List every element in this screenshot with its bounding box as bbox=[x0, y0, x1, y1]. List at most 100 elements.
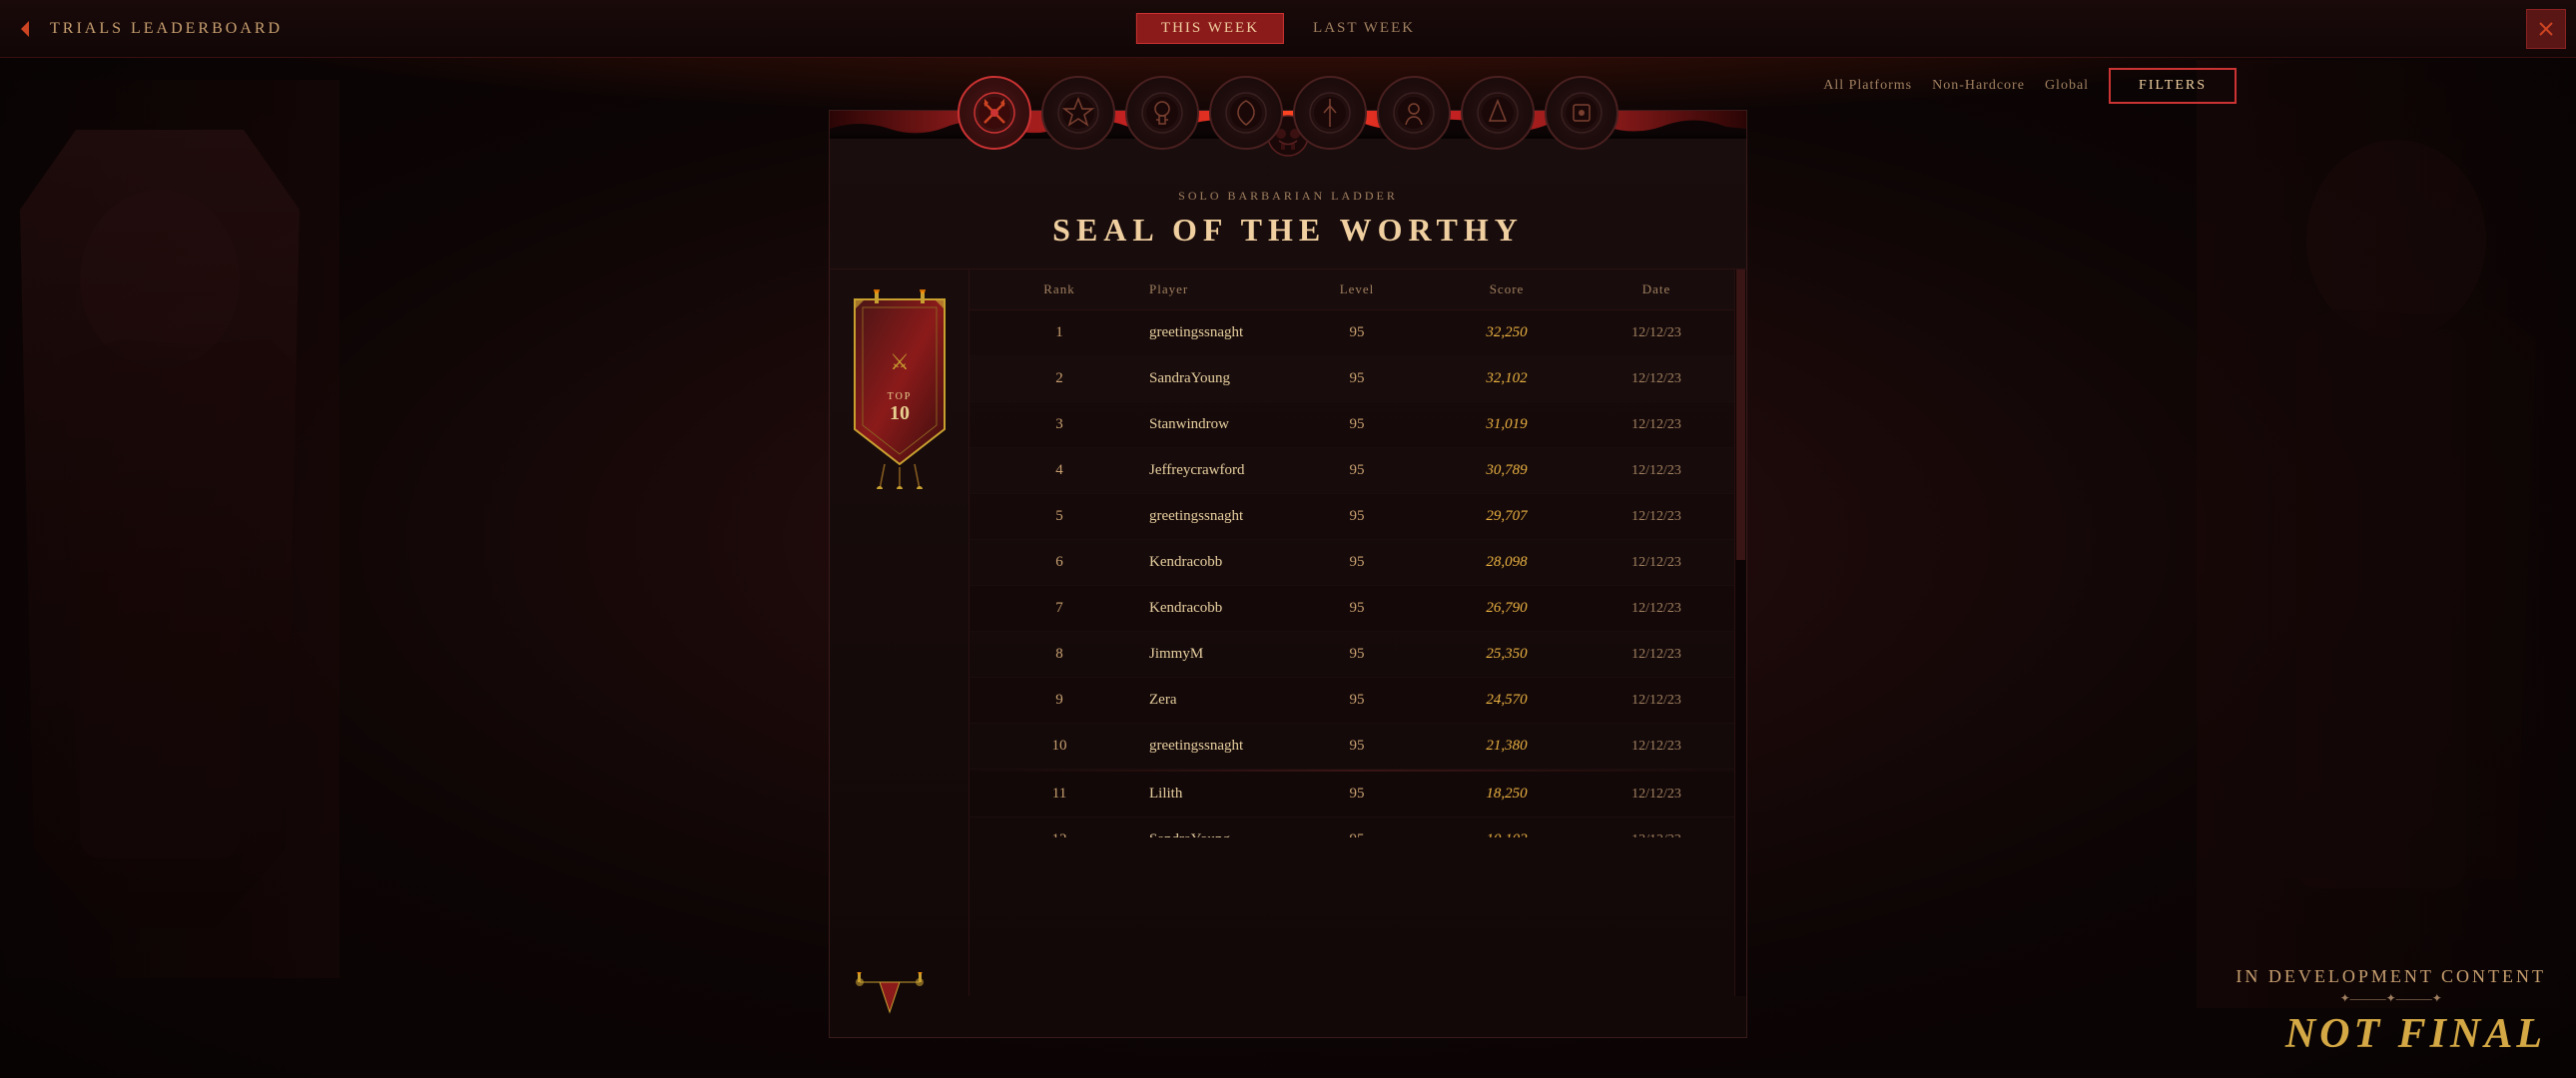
level-cell: 95 bbox=[1287, 370, 1427, 387]
rank-cell: 10 bbox=[989, 738, 1129, 755]
rank-cell: 8 bbox=[989, 646, 1129, 663]
date-cell: 12/12/23 bbox=[1587, 787, 1726, 803]
player-cell: Lilith bbox=[1129, 786, 1287, 803]
level-cell: 95 bbox=[1287, 831, 1427, 837]
date-cell: 12/12/23 bbox=[1587, 601, 1726, 617]
score-cell: 30,789 bbox=[1427, 462, 1587, 479]
scope-filter[interactable]: Global bbox=[2045, 78, 2089, 94]
panel-subtitle: SOLO BARBARIAN LADDER bbox=[850, 189, 1726, 204]
level-cell: 95 bbox=[1287, 416, 1427, 433]
score-cell: 10,102 bbox=[1427, 831, 1587, 837]
dev-deco: ✦———✦———✦ bbox=[2236, 991, 2546, 1006]
table-row[interactable]: 2 SandraYoung 95 32,102 12/12/23 bbox=[969, 356, 1746, 402]
rank-cell: 6 bbox=[989, 554, 1129, 571]
dev-watermark: IN DEVELOPMENT CONTENT ✦———✦———✦ NOT FIN… bbox=[2236, 966, 2546, 1058]
class-icon-druid[interactable] bbox=[1209, 76, 1283, 150]
lower-banner-deco bbox=[840, 972, 960, 1027]
col-header-rank: Rank bbox=[989, 281, 1129, 297]
table-area: Rank Player Level Score Date 1 greetings… bbox=[969, 270, 1746, 996]
table-body: 1 greetingssnaght 95 32,250 12/12/23 2 S… bbox=[969, 310, 1746, 837]
date-cell: 12/12/23 bbox=[1587, 555, 1726, 571]
rank-cell: 1 bbox=[989, 324, 1129, 341]
date-cell: 12/12/23 bbox=[1587, 325, 1726, 341]
table-row[interactable]: 9 Zera 95 24,570 12/12/23 bbox=[969, 678, 1746, 724]
top-nav: TRIALS LEADERBOARD THIS WEEK LAST WEEK bbox=[0, 0, 2576, 58]
platform-filter[interactable]: All Platforms bbox=[1823, 78, 1912, 94]
class-icon-rogue[interactable] bbox=[1293, 76, 1367, 150]
date-cell: 12/12/23 bbox=[1587, 371, 1726, 387]
table-row[interactable]: 3 Stanwindrow 95 31,019 12/12/23 bbox=[969, 402, 1746, 448]
level-cell: 95 bbox=[1287, 692, 1427, 709]
rank-cell: 9 bbox=[989, 692, 1129, 709]
scroll-thumb[interactable] bbox=[1736, 270, 1745, 560]
player-cell: JimmyM bbox=[1129, 646, 1287, 663]
table-row[interactable]: 5 greetingssnaght 95 29,707 12/12/23 bbox=[969, 494, 1746, 540]
character-art-left bbox=[0, 80, 339, 978]
nav-back-arrow[interactable] bbox=[0, 0, 50, 58]
date-cell: 12/12/23 bbox=[1587, 509, 1726, 525]
class-icon-8[interactable] bbox=[1545, 76, 1618, 150]
rank-cell: 12 bbox=[989, 831, 1129, 837]
date-cell: 12/12/23 bbox=[1587, 693, 1726, 709]
class-icon-6[interactable] bbox=[1377, 76, 1451, 150]
table-row[interactable]: 4 Jeffreycrawford 95 30,789 12/12/23 bbox=[969, 448, 1746, 494]
last-week-button[interactable]: LAST WEEK bbox=[1288, 13, 1440, 44]
class-icon-7[interactable] bbox=[1461, 76, 1535, 150]
player-cell: greetingssnaght bbox=[1129, 508, 1287, 525]
level-cell: 95 bbox=[1287, 508, 1427, 525]
date-cell: 12/12/23 bbox=[1587, 417, 1726, 433]
level-cell: 95 bbox=[1287, 646, 1427, 663]
table-row[interactable]: 8 JimmyM 95 25,350 12/12/23 bbox=[969, 632, 1746, 678]
score-cell: 18,250 bbox=[1427, 786, 1587, 803]
rank-cell: 7 bbox=[989, 600, 1129, 617]
table-row[interactable]: 10 greetingssnaght 95 21,380 12/12/23 bbox=[969, 724, 1746, 770]
rank-cell: 5 bbox=[989, 508, 1129, 525]
level-cell: 95 bbox=[1287, 738, 1427, 755]
scroll-bar[interactable] bbox=[1734, 270, 1746, 996]
score-cell: 26,790 bbox=[1427, 600, 1587, 617]
date-cell: 12/12/23 bbox=[1587, 739, 1726, 755]
player-cell: Jeffreycrawford bbox=[1129, 462, 1287, 479]
col-header-player: Player bbox=[1129, 281, 1287, 297]
class-icon-barbarian[interactable] bbox=[958, 76, 1031, 150]
date-cell: 12/12/23 bbox=[1587, 647, 1726, 663]
class-icon-necromancer[interactable] bbox=[1125, 76, 1199, 150]
this-week-button[interactable]: THIS WEEK bbox=[1136, 13, 1284, 44]
date-cell: 12/12/23 bbox=[1587, 832, 1726, 838]
score-cell: 32,250 bbox=[1427, 324, 1587, 341]
col-header-date: Date bbox=[1587, 281, 1726, 297]
score-cell: 29,707 bbox=[1427, 508, 1587, 525]
exit-button[interactable] bbox=[2526, 9, 2566, 49]
svg-text:10: 10 bbox=[890, 402, 910, 424]
character-art-right bbox=[2197, 60, 2576, 1008]
level-cell: 95 bbox=[1287, 554, 1427, 571]
player-cell: Stanwindrow bbox=[1129, 416, 1287, 433]
class-icon-sorcerer[interactable] bbox=[1041, 76, 1115, 150]
table-header: Rank Player Level Score Date bbox=[969, 270, 1746, 310]
left-banner-column: ⚔ TOP 10 bbox=[830, 270, 969, 996]
player-cell: greetingssnaght bbox=[1129, 324, 1287, 341]
mode-filter[interactable]: Non-Hardcore bbox=[1932, 78, 2025, 94]
score-cell: 24,570 bbox=[1427, 692, 1587, 709]
level-cell: 95 bbox=[1287, 786, 1427, 803]
player-cell: Zera bbox=[1129, 692, 1287, 709]
table-row[interactable]: 6 Kendracobb 95 28,098 12/12/23 bbox=[969, 540, 1746, 586]
table-row[interactable]: 1 greetingssnaght 95 32,250 12/12/23 bbox=[969, 310, 1746, 356]
leaderboard-panel: SOLO BARBARIAN LADDER SEAL OF THE WORTHY bbox=[829, 110, 1747, 1038]
filters-button[interactable]: Filters bbox=[2109, 68, 2237, 104]
week-tabs: THIS WEEK LAST WEEK bbox=[1136, 13, 1440, 44]
svg-text:TOP: TOP bbox=[887, 391, 912, 402]
table-row[interactable]: 7 Kendracobb 95 26,790 12/12/23 bbox=[969, 586, 1746, 632]
table-row[interactable]: 12 SandraYoung 95 10,102 12/12/23 bbox=[969, 817, 1746, 837]
score-cell: 31,019 bbox=[1427, 416, 1587, 433]
not-final-label: NOT FINAL bbox=[2236, 1010, 2546, 1058]
dev-content-label: IN DEVELOPMENT CONTENT bbox=[2236, 966, 2546, 987]
top10-banner: ⚔ TOP 10 bbox=[845, 289, 955, 489]
table-row[interactable]: 11 Lilith 95 18,250 12/12/23 bbox=[969, 772, 1746, 817]
filter-area: All Platforms Non-Hardcore Global Filter… bbox=[1823, 68, 2237, 104]
col-header-score: Score bbox=[1427, 281, 1587, 297]
svg-text:⚔: ⚔ bbox=[890, 349, 910, 374]
panel-title: SEAL OF THE WORTHY bbox=[850, 212, 1726, 249]
rank-cell: 11 bbox=[989, 786, 1129, 803]
score-cell: 25,350 bbox=[1427, 646, 1587, 663]
